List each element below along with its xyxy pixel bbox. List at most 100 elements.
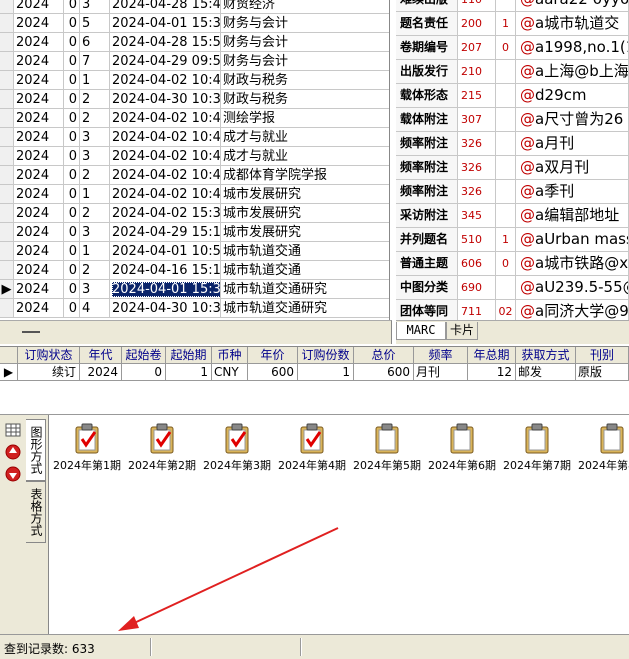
marc-field-tag[interactable]: 606 [458, 252, 496, 276]
marc-field-tag[interactable]: 510 [458, 228, 496, 252]
issue-item[interactable]: 2024年第2期 [124, 423, 200, 483]
scrollbar-thumb[interactable] [22, 331, 40, 333]
cell-title[interactable]: 城市轨道交通 [221, 242, 389, 261]
table-row[interactable]: 2024 0 3 2024-04-29 15:10 城市发展研究 [0, 223, 389, 242]
cell-title[interactable]: 财务与会计 [221, 52, 389, 71]
cell-edition-type[interactable]: 原版 [576, 364, 629, 381]
cell-date[interactable]: 2024-04-30 10:35 [110, 299, 221, 318]
marc-field-indicator[interactable]: 0 [496, 252, 516, 276]
cell-copies[interactable]: 1 [298, 364, 354, 381]
marc-field-tag[interactable]: 215 [458, 84, 496, 108]
cell-date[interactable]: 2024-04-28 15:50 [110, 33, 221, 52]
column-header[interactable]: 总价 [354, 347, 414, 364]
column-header[interactable]: 订购状态 [18, 347, 80, 364]
marc-field-tag[interactable]: 690 [458, 276, 496, 300]
marc-field-indicator[interactable]: 1 [496, 12, 516, 36]
table-row[interactable]: 2024 0 4 2024-04-30 10:35 城市轨道交通研究 [0, 299, 389, 318]
cell-title[interactable]: 城市轨道交通研究 [221, 280, 389, 299]
cell-date[interactable]: 2024-04-28 15:40 [110, 0, 221, 14]
marc-field-indicator[interactable] [496, 276, 516, 300]
table-row[interactable]: 2024 0 1 2024-04-02 10:48 城市发展研究 [0, 185, 389, 204]
marc-field-value[interactable]: @a同济大学@9 [516, 300, 629, 320]
marc-field-row[interactable]: 频率附注 326 @a双月刊 [396, 156, 629, 180]
marc-field-tag[interactable]: 345 [458, 204, 496, 228]
marc-field-value[interactable]: @aU239.5-55@ [516, 276, 629, 300]
table-row[interactable]: ▶ 2024 0 3 2024-04-01 15:33 城市轨道交通研究 [0, 280, 389, 299]
marc-field-tag[interactable]: 711 [458, 300, 496, 320]
cell-frequency[interactable]: 月刊 [414, 364, 468, 381]
serial-records-list[interactable]: 2024 0 3 2024-04-28 15:40 财贸经济 2024 0 5 2024-04-… [0, 0, 390, 320]
marc-field-value[interactable]: @a尺寸曾为26 [516, 108, 629, 132]
marc-field-tag[interactable]: 200 [458, 12, 496, 36]
cell-volume[interactable]: 0 [64, 0, 80, 14]
issue-item[interactable]: 2024年第4期 [274, 423, 350, 483]
marc-field-row[interactable]: 出版发行 210 @a上海@b上海 [396, 60, 629, 84]
marc-field-row[interactable]: 载体附注 307 @a尺寸曾为26 [396, 108, 629, 132]
marc-field-indicator[interactable] [496, 0, 516, 12]
marc-field-indicator[interactable]: 0 [496, 36, 516, 60]
marc-field-row[interactable]: 团体等同 711 02 @a同济大学@9 [396, 300, 629, 320]
cell-volume[interactable]: 0 [64, 128, 80, 147]
marc-field-tag[interactable]: 326 [458, 132, 496, 156]
issue-item[interactable]: 2024年第7期 [499, 423, 575, 483]
marc-field-row[interactable]: 载体形态 215 @d29cm [396, 84, 629, 108]
column-header[interactable]: 刊别 [576, 347, 629, 364]
cell-title[interactable]: 成才与就业 [221, 147, 389, 166]
cell-volume[interactable]: 0 [64, 280, 80, 299]
issue-item[interactable]: 2024年第3期 [199, 423, 275, 483]
cell-volume[interactable]: 0 [64, 109, 80, 128]
tab-marc[interactable]: MARC [396, 322, 446, 340]
tab-table-mode[interactable]: 表格方式 [26, 481, 46, 543]
cell-year[interactable]: 2024 [14, 261, 64, 280]
table-row[interactable]: 2024 0 3 2024-04-28 15:40 财贸经济 [0, 0, 389, 14]
column-header[interactable]: 币种 [212, 347, 248, 364]
marc-field-row[interactable]: 并列题名 510 1 @aUrban mass [396, 228, 629, 252]
cell-issue[interactable]: 2 [80, 204, 110, 223]
cell-year[interactable]: 2024 [14, 128, 64, 147]
cell-volume[interactable]: 0 [64, 147, 80, 166]
cell-year[interactable]: 2024 [14, 280, 64, 299]
cell-date[interactable]: 2024-04-02 10:48 [110, 185, 221, 204]
cell-date[interactable]: 2024-04-01 15:33 [110, 280, 221, 299]
cell-issue[interactable]: 4 [80, 299, 110, 318]
cell-title[interactable]: 财政与税务 [221, 90, 389, 109]
cell-volume[interactable]: 0 [64, 33, 80, 52]
marc-field-row[interactable]: 普通主题 606 0 @a城市铁路@x [396, 252, 629, 276]
marc-field-row[interactable]: 中图分类 690 @aU239.5-55@ [396, 276, 629, 300]
cell-order-status[interactable]: 续订 [18, 364, 80, 381]
cell-year[interactable]: 2024 [14, 109, 64, 128]
cell-volume[interactable]: 0 [64, 52, 80, 71]
marc-field-indicator[interactable] [496, 204, 516, 228]
column-header[interactable]: 起始卷 [122, 347, 166, 364]
column-header[interactable]: 年总期 [468, 347, 516, 364]
cell-year[interactable]: 2024 [14, 90, 64, 109]
cell-date[interactable]: 2024-04-02 10:45 [110, 147, 221, 166]
cell-title[interactable]: 测绘学报 [221, 109, 389, 128]
cell-year[interactable]: 2024 [80, 364, 122, 381]
table-row[interactable]: 2024 0 6 2024-04-28 15:50 财务与会计 [0, 33, 389, 52]
table-row[interactable]: 2024 0 2 2024-04-02 10:49 成都体育学院学报 [0, 166, 389, 185]
marc-field-tag[interactable]: 326 [458, 180, 496, 204]
cell-volume[interactable]: 0 [64, 185, 80, 204]
column-header[interactable]: 起始期 [166, 347, 212, 364]
marc-field-value[interactable]: @aara22 0yy0 [516, 0, 629, 12]
marc-field-indicator[interactable] [496, 84, 516, 108]
column-header[interactable]: 年价 [248, 347, 298, 364]
cell-issue[interactable]: 3 [80, 128, 110, 147]
cell-volume[interactable]: 0 [64, 90, 80, 109]
table-row[interactable]: 2024 0 1 2024-04-02 10:48 财政与税务 [0, 71, 389, 90]
marc-field-tag[interactable]: 326 [458, 156, 496, 180]
cell-volume[interactable]: 0 [64, 223, 80, 242]
cell-acquisition[interactable]: 邮发 [516, 364, 576, 381]
table-row[interactable]: 2024 0 2 2024-04-02 10:46 测绘学报 [0, 109, 389, 128]
cell-title[interactable]: 财贸经济 [221, 0, 389, 14]
cell-title[interactable]: 财务与会计 [221, 14, 389, 33]
table-row[interactable]: 2024 0 3 2024-04-02 10:45 成才与就业 [0, 147, 389, 166]
issue-item[interactable]: 2024年第8期 [574, 423, 629, 483]
cell-volume[interactable]: 0 [64, 242, 80, 261]
cell-volume[interactable]: 0 [64, 71, 80, 90]
cell-date[interactable]: 2024-04-02 10:45 [110, 128, 221, 147]
marc-field-tag[interactable]: 307 [458, 108, 496, 132]
marc-fields-panel[interactable]: 难续出版110@aara22 0yy0题名责任2001@a城市轨道交卷期编号20… [396, 0, 629, 320]
cell-date[interactable]: 2024-04-02 10:46 [110, 109, 221, 128]
